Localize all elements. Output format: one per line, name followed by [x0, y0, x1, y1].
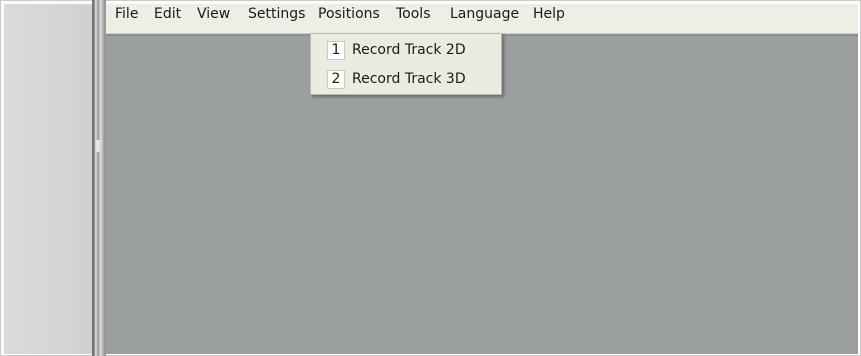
left-side-panel [4, 4, 92, 354]
menu-settings[interactable]: Settings [248, 6, 305, 23]
menu-file[interactable]: File [115, 6, 138, 23]
menu-tools[interactable]: Tools [396, 6, 431, 23]
shortcut-key-badge: 1 [327, 41, 345, 60]
menu-positions[interactable]: Positions [318, 6, 380, 23]
menu-help[interactable]: Help [533, 6, 565, 23]
dropdown-item-label: Record Track 2D [352, 42, 466, 58]
dropdown-item-record-track-3d[interactable]: 2 Record Track 3D [311, 67, 501, 91]
dropdown-item-record-track-2d[interactable]: 1 Record Track 2D [311, 38, 501, 62]
splitter-grip-handle[interactable] [96, 140, 100, 152]
positions-dropdown-menu: 1 Record Track 2D 2 Record Track 3D [310, 33, 502, 95]
menu-language[interactable]: Language [450, 6, 519, 23]
dropdown-item-label: Record Track 3D [352, 71, 466, 87]
panel-splitter[interactable] [92, 0, 106, 356]
menu-view[interactable]: View [197, 6, 230, 23]
menu-edit[interactable]: Edit [154, 6, 181, 23]
shortcut-key-badge: 2 [327, 70, 345, 89]
